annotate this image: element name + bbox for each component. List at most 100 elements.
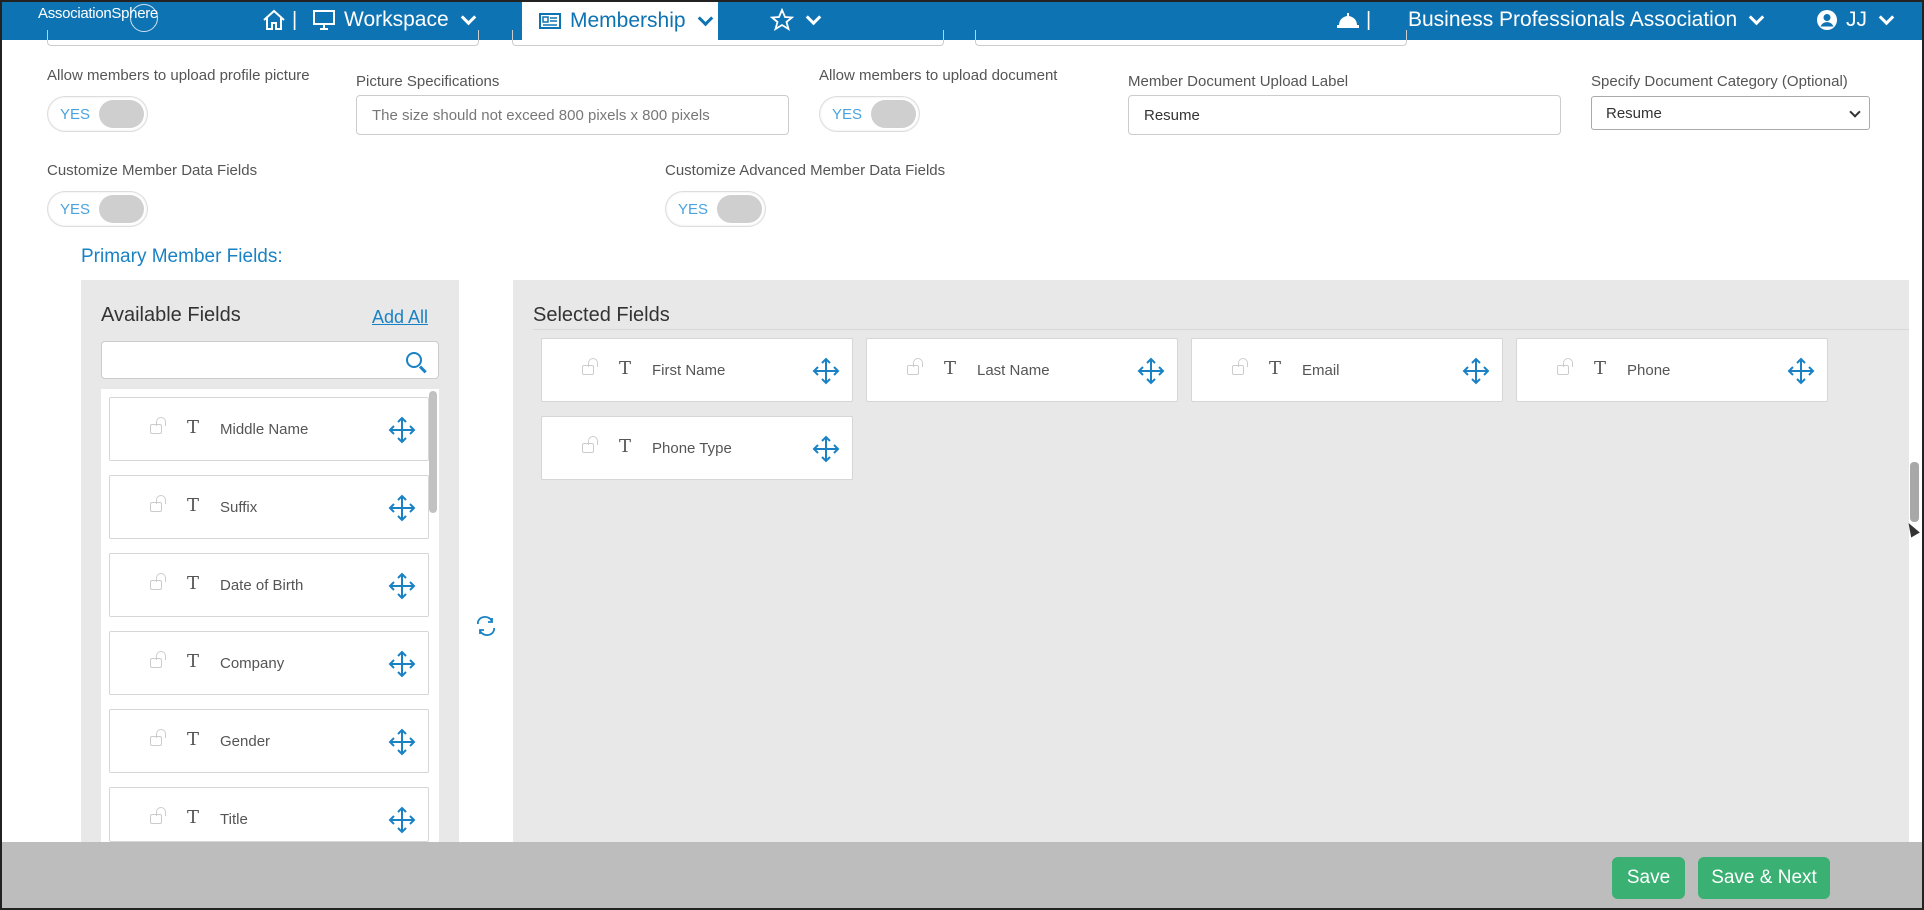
field-name: Email	[1302, 362, 1340, 379]
globe-icon	[130, 4, 158, 32]
field-name: Title	[220, 811, 248, 828]
monitor-icon	[313, 10, 335, 30]
association-menu[interactable]: Business Professionals Association	[1408, 0, 1765, 40]
selected-field-item[interactable]: T Phone Type	[541, 416, 853, 480]
toggle-text: YES	[60, 201, 91, 218]
nav-separator: |	[292, 8, 298, 31]
selected-field-item[interactable]: T Phone	[1516, 338, 1828, 402]
move-icon[interactable]	[812, 357, 840, 385]
association-label: Business Professionals Association	[1408, 8, 1738, 31]
unlock-icon[interactable]	[582, 436, 598, 453]
service-bell-icon	[1337, 13, 1359, 28]
field-name: Date of Birth	[220, 577, 304, 594]
move-icon[interactable]	[388, 494, 416, 522]
selected-field-item[interactable]: T Last Name	[866, 338, 1178, 402]
field-name: Middle Name	[220, 421, 309, 438]
chevron-down-icon	[697, 10, 713, 26]
field-name: First Name	[652, 362, 726, 379]
customize-fields-toggle[interactable]: YES	[47, 191, 148, 227]
document-category-select[interactable]: Resume	[1591, 96, 1870, 130]
move-icon[interactable]	[388, 572, 416, 600]
move-icon[interactable]	[388, 416, 416, 444]
primary-fields-title: Primary Member Fields:	[81, 246, 283, 267]
unlock-icon[interactable]	[150, 729, 166, 746]
chevron-down-icon	[1748, 9, 1765, 25]
chevron-down-icon	[805, 9, 822, 25]
unlock-icon[interactable]	[1232, 358, 1248, 375]
text-type-icon: T	[1269, 358, 1282, 379]
available-list-scrollbar[interactable]	[429, 391, 437, 513]
star-icon	[770, 8, 794, 31]
toggle-text: YES	[832, 106, 863, 123]
home-icon	[263, 9, 285, 30]
field-name: Gender	[220, 733, 271, 750]
field-name: Suffix	[220, 499, 258, 516]
customize-fields-label: Customize Member Data Fields	[47, 162, 258, 179]
toggle-text: YES	[678, 201, 709, 218]
swap-icon[interactable]	[474, 614, 498, 638]
move-icon[interactable]	[1137, 357, 1165, 385]
search-icon[interactable]	[406, 352, 422, 368]
text-type-icon: T	[187, 417, 200, 438]
available-field-item[interactable]: T Suffix	[109, 475, 429, 539]
available-fields-title: Available Fields	[101, 304, 241, 326]
selected-field-item[interactable]: T First Name	[541, 338, 853, 402]
unlock-icon[interactable]	[1557, 358, 1573, 375]
available-field-item[interactable]: T Date of Birth	[109, 553, 429, 617]
picture-spec-input[interactable]: The size should not exceed 800 pixels x …	[356, 95, 789, 135]
move-icon[interactable]	[388, 728, 416, 756]
text-type-icon: T	[619, 436, 632, 457]
save-and-next-button[interactable]: Save & Next	[1698, 857, 1830, 899]
add-all-link[interactable]: Add All	[372, 307, 428, 328]
upload-picture-toggle[interactable]: YES	[47, 96, 148, 132]
text-type-icon: T	[1594, 358, 1607, 379]
toggle-knob	[871, 100, 916, 128]
unlock-icon[interactable]	[150, 807, 166, 824]
unlock-icon[interactable]	[907, 358, 923, 375]
text-type-icon: T	[187, 729, 200, 750]
customize-advanced-label: Customize Advanced Member Data Fields	[665, 162, 946, 179]
toggle-knob	[717, 195, 762, 223]
move-icon[interactable]	[812, 435, 840, 463]
text-type-icon: T	[187, 573, 200, 594]
nav-separator: |	[1366, 8, 1372, 31]
upload-document-label: Allow members to upload document	[819, 67, 1058, 84]
toggle-text: YES	[60, 106, 91, 123]
move-icon[interactable]	[388, 806, 416, 834]
available-field-item[interactable]: T Middle Name	[109, 397, 429, 461]
move-icon[interactable]	[388, 650, 416, 678]
selected-fields-title: Selected Fields	[533, 304, 670, 326]
unlock-icon[interactable]	[150, 651, 166, 668]
app-logo[interactable]: AssociationSphere	[38, 4, 158, 32]
text-type-icon: T	[187, 807, 200, 828]
picture-spec-label: Picture Specifications	[356, 73, 500, 90]
toggle-knob	[99, 100, 144, 128]
available-field-item[interactable]: T Company	[109, 631, 429, 695]
field-name: Phone	[1627, 362, 1671, 379]
available-field-item[interactable]: T Gender	[109, 709, 429, 773]
upload-document-toggle[interactable]: YES	[819, 96, 920, 132]
id-card-icon	[539, 13, 561, 29]
user-menu[interactable]: JJ	[1816, 0, 1895, 40]
document-label-input[interactable]: Resume	[1128, 95, 1561, 135]
available-field-item[interactable]: T Title	[109, 787, 429, 842]
partial-input	[975, 30, 1407, 46]
user-initials: JJ	[1846, 8, 1867, 31]
page-scrollbar[interactable]	[1910, 462, 1919, 522]
unlock-icon[interactable]	[150, 573, 166, 590]
move-icon[interactable]	[1787, 357, 1815, 385]
unlock-icon[interactable]	[150, 417, 166, 434]
customize-advanced-toggle[interactable]: YES	[665, 191, 766, 227]
text-type-icon: T	[187, 495, 200, 516]
selected-field-item[interactable]: T Email	[1191, 338, 1503, 402]
move-icon[interactable]	[1462, 357, 1490, 385]
available-fields-search[interactable]	[101, 341, 439, 379]
user-avatar-icon	[1817, 10, 1837, 30]
unlock-icon[interactable]	[150, 495, 166, 512]
field-name: Company	[220, 655, 285, 672]
unlock-icon[interactable]	[582, 358, 598, 375]
field-name: Phone Type	[652, 440, 732, 457]
chevron-down-icon	[1878, 9, 1895, 25]
document-category-label: Specify Document Category (Optional)	[1591, 73, 1848, 90]
save-button[interactable]: Save	[1612, 857, 1685, 899]
